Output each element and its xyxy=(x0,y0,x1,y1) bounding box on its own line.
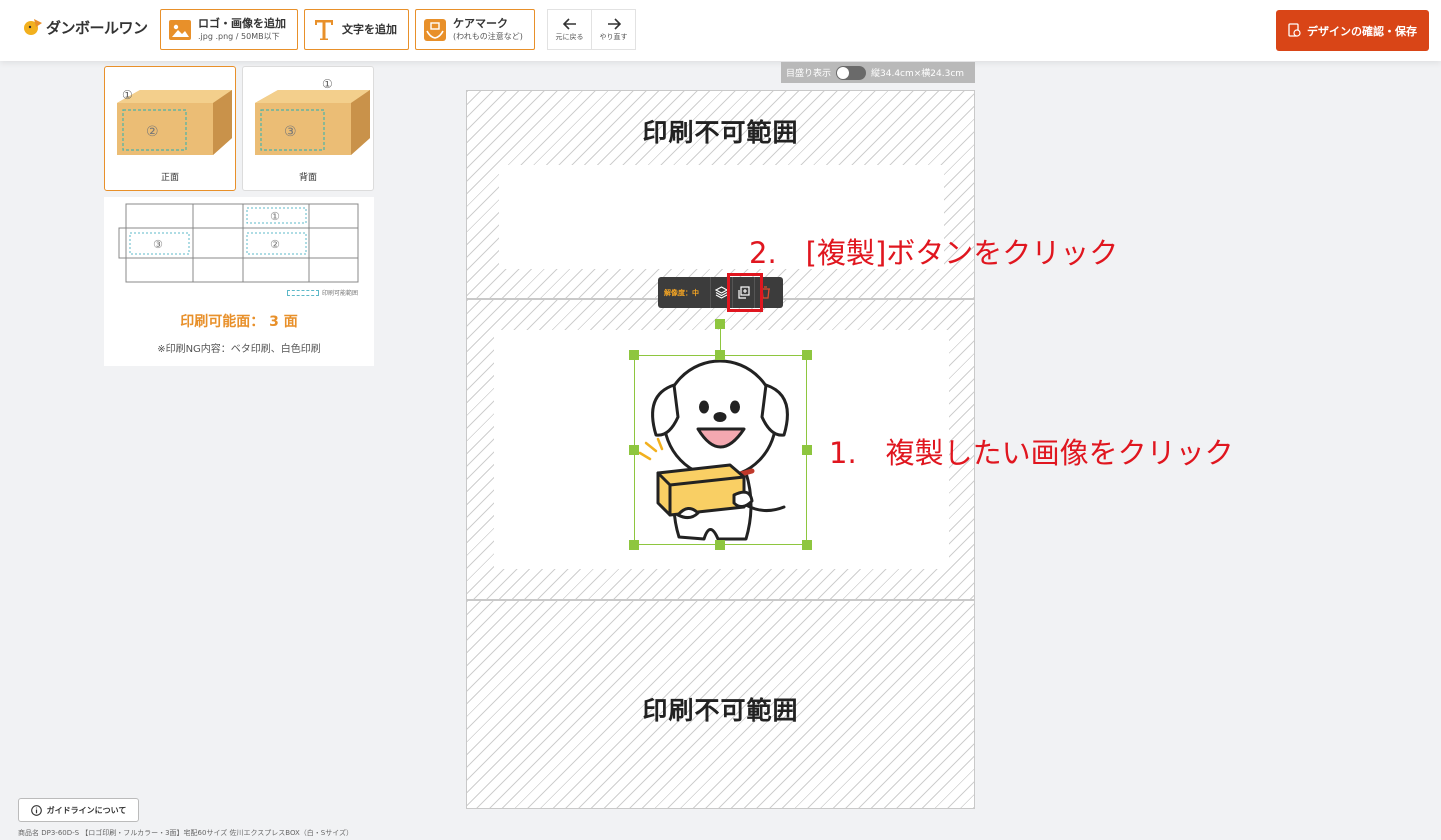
selection-box xyxy=(634,355,807,545)
add-image-sub: .jpg .png / 50MB以下 xyxy=(198,32,280,41)
resize-handle-se[interactable] xyxy=(802,540,812,550)
ruler-label: 目盛り表示 xyxy=(786,69,832,79)
add-image-button[interactable]: ロゴ・画像を追加 .jpg .png / 50MB以下 xyxy=(160,9,298,50)
front-box-image: ① ② xyxy=(117,88,232,155)
info-icon xyxy=(30,804,42,816)
confirm-save-button[interactable]: デザインの確認・保存 xyxy=(1276,10,1429,51)
svg-text:①: ① xyxy=(322,77,333,91)
logo-icon xyxy=(24,19,42,35)
undo-button[interactable]: 元に戻る xyxy=(547,9,592,50)
printable-area-swatch xyxy=(286,289,319,296)
add-text-button[interactable]: 文字を追加 xyxy=(304,9,409,50)
document-check-icon xyxy=(1288,23,1301,37)
annotation-step-2: 2. [複製]ボタンをクリック xyxy=(749,236,1119,270)
resize-handle-nw[interactable] xyxy=(629,350,639,360)
resize-handle-w[interactable] xyxy=(629,445,639,455)
resize-handle-ne[interactable] xyxy=(802,350,812,360)
undo-label: 元に戻る xyxy=(555,32,584,41)
annotation-step-1: 1. 複製したい画像をクリック xyxy=(829,436,1234,470)
care-mark-label: ケアマーク xyxy=(453,17,508,30)
box-net-diagram: ③ ① ② 印刷可能範囲 印刷可能面： 3 面 ※印刷NG内容：ベタ印刷、白色印刷 xyxy=(104,197,374,366)
ruler-bar: 目盛り表示 縦34.4cm×横24.3cm xyxy=(781,62,975,83)
add-image-label: ロゴ・画像を追加 xyxy=(198,17,286,30)
text-icon xyxy=(313,19,335,41)
box-net-image: ③ ① ② xyxy=(118,203,359,283)
image-icon xyxy=(169,19,191,41)
face-back-label: 背面 xyxy=(298,173,317,183)
no-print-label-top: 印刷不可範囲 xyxy=(642,118,799,147)
resize-handle-n[interactable] xyxy=(715,350,725,360)
canvas-dimensions: 縦34.4cm×横24.3cm xyxy=(871,69,965,79)
arrow-left-icon xyxy=(562,17,576,30)
image-toolbar: 解像度：中 xyxy=(658,277,783,308)
net-legend-label: 印刷可能範囲 xyxy=(321,290,358,297)
redo-label: やり直す xyxy=(599,32,628,41)
svg-text:②: ② xyxy=(146,124,159,140)
add-text-label: 文字を追加 xyxy=(342,22,397,36)
svg-text:②: ② xyxy=(270,238,280,251)
printable-face-count: 印刷可能面： 3 面 xyxy=(180,314,298,330)
net-legend: 印刷可能範囲 xyxy=(286,288,358,297)
care-mark-icon xyxy=(424,18,446,41)
header: ダンボールワン ロゴ・画像を追加 .jpg .png / 50MB以下 文字を追… xyxy=(0,0,1441,61)
face-front-tab[interactable]: ① ② 正面 xyxy=(104,66,236,191)
guideline-button[interactable]: ガイドラインについて xyxy=(18,798,139,822)
back-box-image: ① ③ xyxy=(255,77,370,155)
face-front-label: 正面 xyxy=(160,173,179,183)
confirm-save-label: デザインの確認・保存 xyxy=(1307,24,1417,38)
logo[interactable]: ダンボールワン xyxy=(22,16,148,38)
svg-text:③: ③ xyxy=(153,238,163,251)
resize-handle-sw[interactable] xyxy=(629,540,639,550)
guideline-label: ガイドラインについて xyxy=(46,805,127,815)
print-ng-note: ※印刷NG内容：ベタ印刷、白色印刷 xyxy=(157,344,321,355)
svg-text:①: ① xyxy=(122,88,133,102)
care-mark-button[interactable]: ケアマーク (われもの注意など) xyxy=(415,9,535,50)
redo-button[interactable]: やり直す xyxy=(591,9,636,50)
svg-text:①: ① xyxy=(270,210,280,223)
canvas-panel-bottom: 印刷不可範囲 xyxy=(466,600,975,809)
duplicate-highlight-frame xyxy=(727,273,763,312)
ruler-toggle[interactable] xyxy=(836,65,867,80)
resolution-indicator: 解像度：中 xyxy=(664,288,699,297)
face-back-tab[interactable]: ① ③ 背面 xyxy=(242,66,374,191)
svg-text:③: ③ xyxy=(284,124,297,140)
resize-handle-s[interactable] xyxy=(715,540,725,550)
arrow-right-icon xyxy=(607,17,621,30)
logo-text: ダンボールワン xyxy=(46,18,148,37)
product-name: 商品名 DP3-60D-S 【ロゴ印刷・フルカラー・3面】宅配60サイズ 佐川エ… xyxy=(18,829,354,837)
no-print-label-bottom: 印刷不可範囲 xyxy=(642,696,799,725)
care-mark-sub: (われもの注意など) xyxy=(453,32,523,41)
rotate-handle[interactable] xyxy=(715,319,725,329)
resize-handle-e[interactable] xyxy=(802,445,812,455)
